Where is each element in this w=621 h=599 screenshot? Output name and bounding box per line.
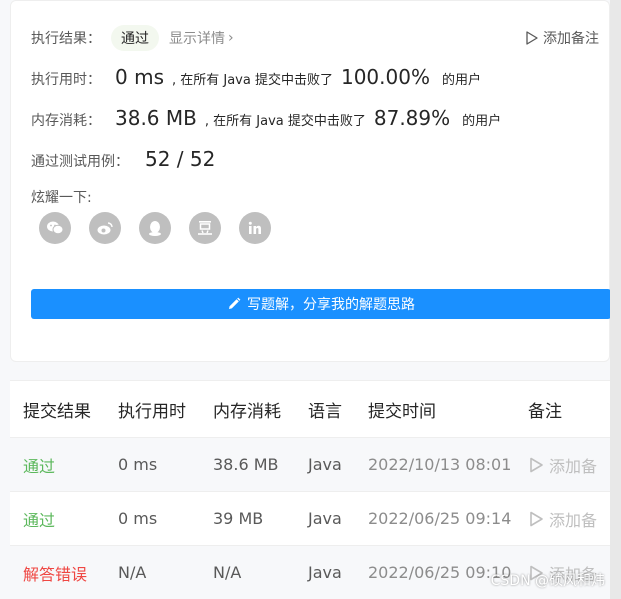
status-row: 执行结果： 通过 显示详情 › bbox=[31, 25, 234, 51]
row-runtime: 0 ms bbox=[118, 509, 158, 528]
tests-row: 通过测试用例： 52 / 52 bbox=[31, 147, 215, 171]
row-language: Java bbox=[308, 455, 342, 474]
add-note-label: 添加备注 bbox=[543, 31, 599, 47]
row-language: Java bbox=[308, 509, 342, 528]
row-runtime: 0 ms bbox=[118, 455, 158, 474]
result-card: 执行结果： 通过 显示详情 › 添加备注 执行用时： 0 ms , 在所有 Ja… bbox=[10, 0, 611, 362]
row-status-link[interactable]: 通过 bbox=[23, 492, 55, 545]
runtime-value: 0 ms bbox=[115, 65, 164, 89]
runtime-row: 执行用时： 0 ms , 在所有 Java 提交中击败了 100.00% 的用户 bbox=[31, 65, 481, 89]
submissions-table: 提交结果 执行用时 内存消耗 语言 提交时间 备注 通过 0 ms 38.6 M… bbox=[10, 380, 610, 599]
header-memory[interactable]: 内存消耗 bbox=[213, 381, 281, 437]
table-row[interactable]: 通过 0 ms 39 MB Java 2022/06/25 09:14 添加备 bbox=[10, 491, 610, 545]
row-memory: 39 MB bbox=[213, 509, 264, 528]
share-icons bbox=[39, 212, 289, 244]
douban-icon[interactable] bbox=[189, 212, 221, 244]
flag-icon bbox=[530, 511, 543, 526]
qq-icon[interactable] bbox=[139, 212, 171, 244]
status-badge: 通过 bbox=[111, 25, 159, 51]
header-runtime[interactable]: 执行用时 bbox=[118, 381, 186, 437]
row-submit-time: 2022/06/25 09:14 bbox=[368, 509, 512, 528]
runtime-suffix: 的用户 bbox=[441, 73, 481, 88]
memory-row: 内存消耗： 38.6 MB , 在所有 Java 提交中击败了 87.89% 的… bbox=[31, 106, 501, 130]
row-status-link[interactable]: 解答错误 bbox=[23, 546, 87, 599]
memory-percent: 87.89% bbox=[373, 106, 451, 130]
share-row: 炫耀一下: bbox=[31, 187, 92, 207]
memory-beat-text: , 在所有 Java 提交中击败了 bbox=[204, 114, 366, 129]
memory-suffix: 的用户 bbox=[462, 114, 502, 129]
runtime-percent: 100.00% bbox=[340, 65, 430, 89]
flag-icon bbox=[526, 31, 538, 45]
vertical-scrollbar[interactable] bbox=[610, 0, 621, 599]
write-solution-button[interactable]: 写题解，分享我的解题思路 bbox=[31, 289, 611, 319]
show-details-label: 显示详情 bbox=[169, 31, 225, 47]
row-add-note-button[interactable]: 添加备 bbox=[528, 492, 597, 545]
watermark: CSDN @硕风和炜 bbox=[490, 573, 605, 589]
status-label: 执行结果： bbox=[31, 31, 101, 47]
write-solution-label: 写题解，分享我的解题思路 bbox=[247, 297, 415, 313]
row-runtime: N/A bbox=[118, 563, 147, 582]
memory-value: 38.6 MB bbox=[115, 106, 197, 130]
header-language[interactable]: 语言 bbox=[308, 381, 342, 437]
linkedin-icon[interactable] bbox=[239, 212, 271, 244]
header-note: 备注 bbox=[528, 401, 562, 422]
row-memory: 38.6 MB bbox=[213, 455, 279, 474]
chevron-right-icon: › bbox=[228, 30, 234, 46]
row-note-label: 添加备 bbox=[549, 510, 598, 530]
memory-label: 内存消耗： bbox=[31, 113, 101, 129]
header-status[interactable]: 提交结果 bbox=[23, 381, 91, 437]
table-header: 提交结果 执行用时 内存消耗 语言 提交时间 备注 bbox=[10, 381, 610, 437]
row-note-label: 添加备 bbox=[549, 456, 598, 476]
tests-label: 通过测试用例： bbox=[31, 154, 129, 170]
weibo-icon[interactable] bbox=[89, 212, 121, 244]
row-language: Java bbox=[308, 563, 342, 582]
share-label: 炫耀一下: bbox=[31, 190, 92, 206]
wechat-icon[interactable] bbox=[39, 212, 71, 244]
header-submit-time[interactable]: 提交时间 bbox=[368, 381, 436, 437]
tests-value: 52 / 52 bbox=[145, 147, 216, 171]
row-submit-time: 2022/10/13 08:01 bbox=[368, 455, 512, 474]
row-status-link[interactable]: 通过 bbox=[23, 438, 55, 491]
runtime-beat-text: , 在所有 Java 提交中击败了 bbox=[171, 73, 333, 88]
show-details-link[interactable]: 显示详情 › bbox=[169, 28, 234, 48]
row-add-note-button[interactable]: 添加备 bbox=[528, 438, 597, 491]
add-note-button[interactable]: 添加备注 bbox=[525, 28, 599, 48]
row-memory: N/A bbox=[213, 563, 242, 582]
runtime-label: 执行用时： bbox=[31, 72, 101, 88]
flag-icon bbox=[530, 457, 543, 472]
table-row[interactable]: 通过 0 ms 38.6 MB Java 2022/10/13 08:01 添加… bbox=[10, 437, 610, 491]
pencil-icon bbox=[229, 297, 241, 309]
